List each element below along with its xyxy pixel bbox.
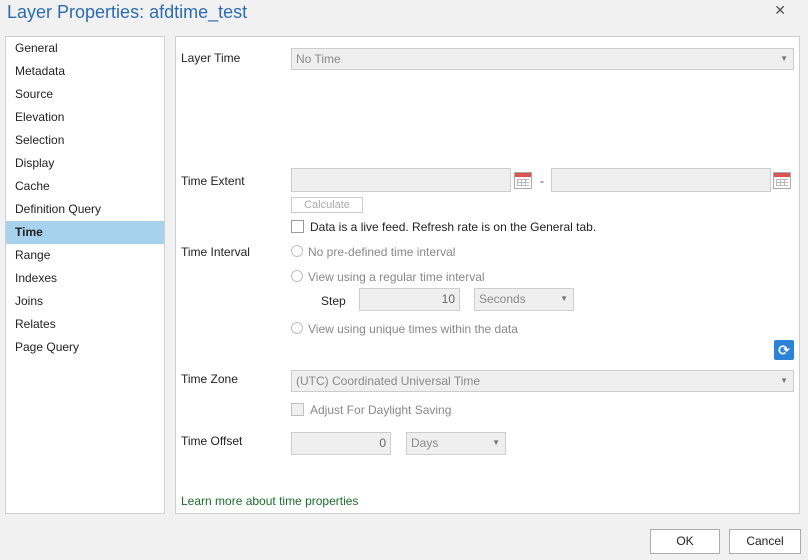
regular-interval-radio[interactable] bbox=[291, 270, 303, 282]
sidebar-item-source[interactable]: Source bbox=[6, 83, 164, 106]
time-offset-input[interactable]: 0 bbox=[291, 432, 391, 455]
sidebar-item-selection[interactable]: Selection bbox=[6, 129, 164, 152]
live-feed-checkbox[interactable] bbox=[291, 220, 304, 233]
layer-time-select[interactable]: No Time ▼ bbox=[291, 48, 794, 70]
dst-checkbox[interactable] bbox=[291, 403, 304, 416]
sidebar-item-definition-query[interactable]: Definition Query bbox=[6, 198, 164, 221]
calendar-icon[interactable] bbox=[773, 172, 791, 189]
layer-time-value: No Time bbox=[296, 52, 341, 66]
sidebar-item-joins[interactable]: Joins bbox=[6, 290, 164, 313]
calculate-button[interactable]: Calculate bbox=[291, 197, 363, 213]
sidebar-item-elevation[interactable]: Elevation bbox=[6, 106, 164, 129]
sidebar-item-cache[interactable]: Cache bbox=[6, 175, 164, 198]
step-unit-select[interactable]: Seconds ▼ bbox=[474, 288, 574, 311]
unique-times-radio[interactable] bbox=[291, 322, 303, 334]
refresh-icon[interactable]: ⟳ bbox=[774, 340, 794, 360]
close-icon[interactable]: ✕ bbox=[774, 2, 786, 19]
time-extent-start-input[interactable] bbox=[291, 168, 511, 192]
sidebar-item-indexes[interactable]: Indexes bbox=[6, 267, 164, 290]
sidebar: General Metadata Source Elevation Select… bbox=[5, 36, 165, 514]
step-unit-value: Seconds bbox=[479, 292, 526, 306]
chevron-down-icon: ▼ bbox=[780, 376, 788, 385]
ok-button[interactable]: OK bbox=[650, 529, 720, 554]
sidebar-item-metadata[interactable]: Metadata bbox=[6, 60, 164, 83]
unique-times-label: View using unique times within the data bbox=[308, 322, 518, 336]
calendar-icon[interactable] bbox=[514, 172, 532, 189]
sidebar-item-display[interactable]: Display bbox=[6, 152, 164, 175]
learn-more-link[interactable]: Learn more about time properties bbox=[181, 494, 358, 508]
chevron-down-icon: ▼ bbox=[780, 54, 788, 63]
chevron-down-icon: ▼ bbox=[492, 438, 500, 447]
dst-label: Adjust For Daylight Saving bbox=[310, 403, 452, 417]
time-zone-select[interactable]: (UTC) Coordinated Universal Time ▼ bbox=[291, 370, 794, 392]
sidebar-item-page-query[interactable]: Page Query bbox=[6, 336, 164, 359]
layer-time-label: Layer Time bbox=[181, 51, 241, 65]
time-panel: Layer Time No Time ▼ Time Extent - Calcu… bbox=[175, 36, 800, 514]
time-offset-unit-value: Days bbox=[411, 436, 439, 450]
sidebar-item-general[interactable]: General bbox=[6, 37, 164, 60]
cancel-button[interactable]: Cancel bbox=[729, 529, 801, 554]
time-extent-label: Time Extent bbox=[181, 174, 245, 188]
no-interval-label: No pre-defined time interval bbox=[308, 245, 456, 259]
chevron-down-icon: ▼ bbox=[560, 294, 568, 303]
live-feed-label: Data is a live feed. Refresh rate is on … bbox=[310, 220, 597, 234]
step-value-input[interactable]: 10 bbox=[359, 288, 460, 311]
step-label: Step bbox=[321, 294, 346, 308]
sidebar-item-range[interactable]: Range bbox=[6, 244, 164, 267]
no-interval-radio[interactable] bbox=[291, 245, 303, 257]
sidebar-item-relates[interactable]: Relates bbox=[6, 313, 164, 336]
time-extent-separator: - bbox=[540, 174, 544, 188]
time-offset-label: Time Offset bbox=[181, 434, 243, 448]
regular-interval-label: View using a regular time interval bbox=[308, 270, 485, 284]
time-zone-value: (UTC) Coordinated Universal Time bbox=[296, 374, 481, 388]
sidebar-item-time[interactable]: Time bbox=[6, 221, 164, 244]
time-extent-end-input[interactable] bbox=[551, 168, 771, 192]
time-interval-label: Time Interval bbox=[181, 245, 250, 259]
dialog-title: Layer Properties: afdtime_test bbox=[7, 2, 248, 22]
time-offset-unit-select[interactable]: Days ▼ bbox=[406, 432, 506, 455]
time-zone-label: Time Zone bbox=[181, 372, 238, 386]
